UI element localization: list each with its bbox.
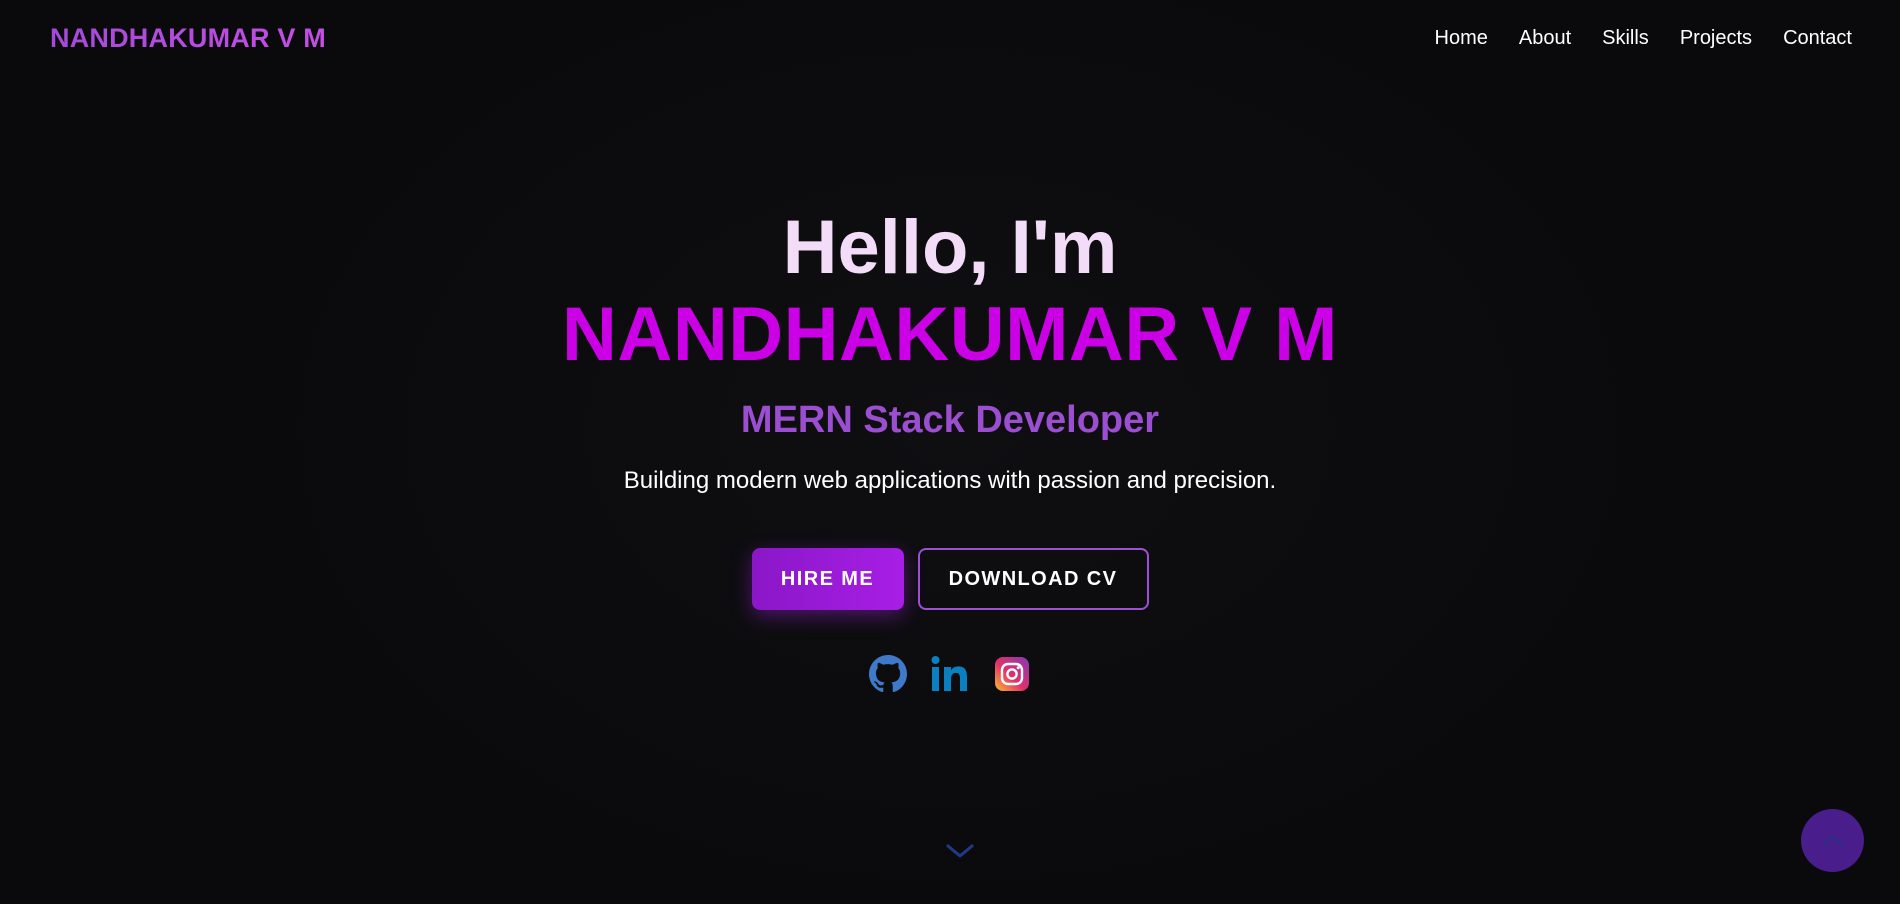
hire-me-button[interactable]: HIRE ME — [751, 548, 904, 610]
linkedin-icon — [931, 656, 967, 691]
hero-section: Hello, I'm NANDHAKUMAR V M MERN Stack De… — [0, 0, 1900, 904]
instagram-link[interactable] — [992, 654, 1032, 694]
linkedin-link[interactable] — [930, 654, 970, 694]
chevron-up-icon — [1822, 835, 1843, 846]
hero-tagline: Building modern web applications with pa… — [623, 467, 1277, 494]
instagram-icon — [995, 657, 1029, 691]
social-links — [868, 654, 1032, 694]
chevron-down-icon — [946, 844, 974, 858]
page: NANDHAKUMAR V M Home About Skills Projec… — [0, 0, 1900, 904]
github-link[interactable] — [868, 654, 908, 694]
hero-name: NANDHAKUMAR V M — [562, 292, 1338, 377]
github-icon — [869, 655, 907, 693]
download-cv-button[interactable]: DOWNLOAD CV — [917, 548, 1149, 610]
hero-role: MERN Stack Developer — [740, 399, 1160, 441]
hero-greeting: Hello, I'm — [782, 205, 1118, 290]
back-to-top-button[interactable] — [1801, 809, 1864, 872]
scroll-down-cue[interactable] — [944, 840, 976, 862]
cta-buttons: HIRE ME DOWNLOAD CV — [751, 548, 1149, 610]
